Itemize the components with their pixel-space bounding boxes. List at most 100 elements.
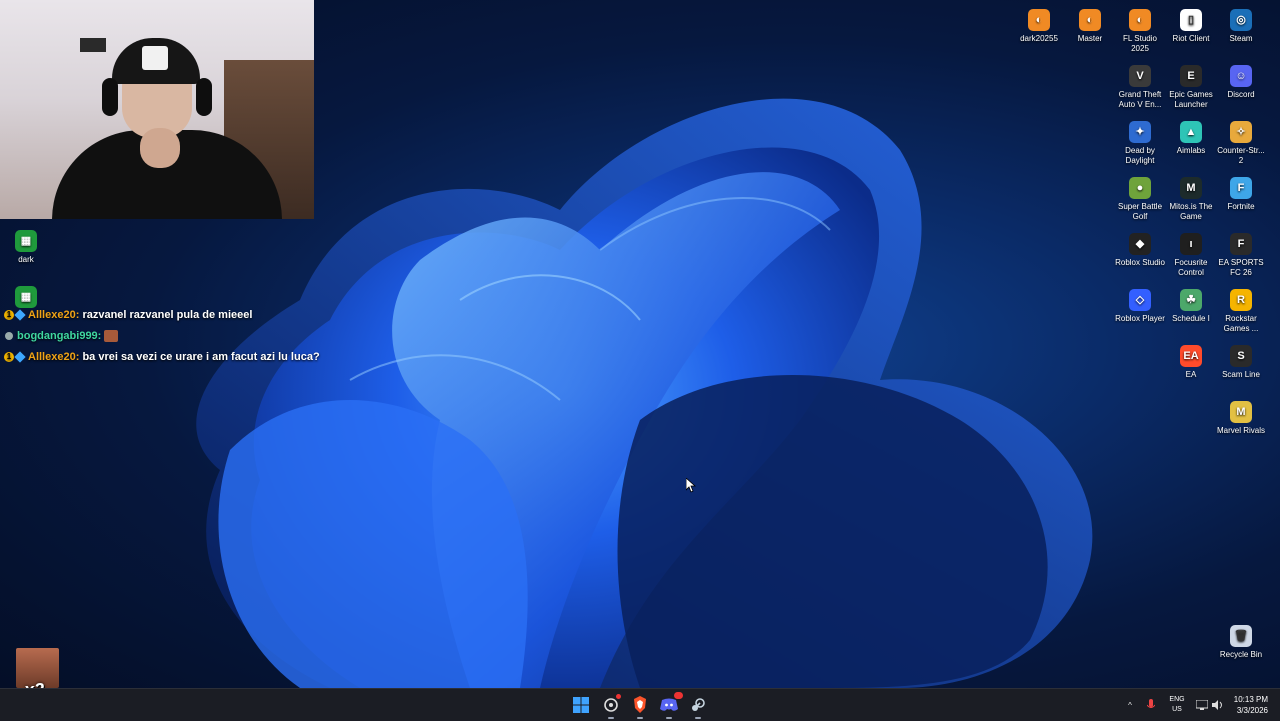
desktop-icon-fortnite[interactable]: F Fortnite bbox=[1215, 173, 1267, 212]
document-icon: ▯ bbox=[1180, 9, 1202, 31]
desktop-icon-aimlabs[interactable]: ▲ Aimlabs bbox=[1165, 117, 1217, 156]
desktop-icon-label: Grand Theft Auto V En... bbox=[1118, 90, 1162, 109]
chat-message: 1 Alllexe20: ba vrei sa vezi ce urare i a… bbox=[0, 347, 420, 368]
desktop-icon-counter-strike[interactable]: ✧ Counter-Str... 2 bbox=[1215, 117, 1267, 166]
desktop-icon-rockstar[interactable]: R Rockstar Games ... bbox=[1215, 285, 1267, 334]
ea-icon: EA bbox=[1180, 345, 1202, 367]
desktop-icon-ea[interactable]: EA EA bbox=[1165, 341, 1217, 380]
desktop-icon-label: Super Battle Golf bbox=[1117, 202, 1163, 221]
desktop-icon-mitos[interactable]: M Mitos.is The Game bbox=[1165, 173, 1217, 222]
discord-badge bbox=[674, 692, 683, 699]
desktop-icon-discord[interactable]: ☺ Discord bbox=[1215, 61, 1267, 100]
fl-studio-icon: ◐ bbox=[1028, 9, 1050, 31]
desktop-icon-label: Roblox Player bbox=[1115, 314, 1165, 323]
roblox-icon: ◇ bbox=[1129, 289, 1151, 311]
desktop-icon-dead-by-daylight[interactable]: ✦ Dead by Daylight bbox=[1114, 117, 1166, 166]
aimlabs-icon: ▲ bbox=[1180, 121, 1202, 143]
chat-message: bogdangabi999: bbox=[0, 326, 420, 347]
desktop-icon-dark[interactable]: ▦ dark bbox=[0, 226, 52, 265]
counter-strike-icon: ✧ bbox=[1230, 121, 1252, 143]
volume-icon[interactable] bbox=[1211, 689, 1225, 721]
desktop-icon-label: Aimlabs bbox=[1176, 146, 1206, 155]
discord-app[interactable] bbox=[657, 692, 683, 719]
start-button[interactable] bbox=[569, 693, 593, 717]
input-language[interactable]: ENG US bbox=[1168, 695, 1186, 715]
steam-icon: ◎ bbox=[1230, 9, 1252, 31]
webcam-background-object bbox=[80, 38, 106, 52]
brave-icon bbox=[634, 696, 646, 713]
desktop-icon-label: dark bbox=[18, 255, 34, 264]
desktop-icon-ea-fc[interactable]: F EA SPORTS FC 26 bbox=[1215, 229, 1267, 278]
stream-chat-overlay: 1 Alllexe20: razvanel razvanel pula de mi… bbox=[0, 305, 420, 368]
mouse-cursor-icon bbox=[686, 478, 696, 493]
ea-fc-icon: F bbox=[1230, 233, 1252, 255]
headset-left bbox=[102, 78, 118, 116]
system-clock[interactable]: 10:13 PM 3/3/2026 bbox=[1228, 694, 1268, 716]
webcam-person-hand bbox=[140, 128, 180, 168]
recycle-bin-icon: 🗑 bbox=[1230, 625, 1252, 647]
focusrite-icon: ı bbox=[1180, 233, 1202, 255]
desktop-icon-document[interactable]: ▯ Riot Client bbox=[1165, 5, 1217, 44]
chat-username: Alllexe20: bbox=[28, 351, 80, 363]
diamond-badge-icon bbox=[14, 351, 26, 363]
network-icon[interactable] bbox=[1195, 689, 1209, 721]
chat-text: razvanel razvanel pula de mieeel bbox=[82, 309, 253, 321]
chatgpt-icon bbox=[604, 698, 618, 712]
desktop-icon-gta[interactable]: V Grand Theft Auto V En... bbox=[1114, 61, 1166, 110]
desktop-icon-label: Focusrite Control bbox=[1174, 258, 1208, 277]
headset-right bbox=[196, 78, 212, 116]
subscriber-badge: 1 bbox=[4, 352, 14, 363]
roblox-studio-icon: ◆ bbox=[1129, 233, 1151, 255]
desktop-icon-label: EA bbox=[1185, 370, 1197, 379]
desktop-icon-roblox[interactable]: ◇ Roblox Player bbox=[1114, 285, 1166, 324]
brave-browser[interactable] bbox=[628, 693, 652, 719]
desktop-icon-schedule-one[interactable]: ☘ Schedule I bbox=[1165, 285, 1217, 324]
steam-app[interactable] bbox=[686, 693, 710, 719]
desktop-icon-super-battle-golf[interactable]: ● Super Battle Golf bbox=[1114, 173, 1166, 222]
chat-emote-icon bbox=[104, 330, 119, 343]
desktop-icon-epic-games[interactable]: E Epic Games Launcher bbox=[1165, 61, 1217, 110]
desktop-icon-fl-studio[interactable]: ◐ Master bbox=[1064, 5, 1116, 44]
desktop-icon-fl-studio[interactable]: ◐ dark20255 bbox=[1013, 5, 1065, 44]
show-hidden-icons-chevron-icon[interactable]: ^ bbox=[1123, 689, 1137, 721]
microphone-icon[interactable] bbox=[1144, 689, 1158, 721]
rockstar-icon: R bbox=[1230, 289, 1252, 311]
desktop-icon-label: EA SPORTS FC 26 bbox=[1218, 258, 1264, 277]
desktop-icon-label: FL Studio 2025 bbox=[1123, 34, 1157, 53]
schedule-one-icon: ☘ bbox=[1180, 289, 1202, 311]
chatgpt-app[interactable] bbox=[599, 693, 623, 719]
desktop-icon-fl-studio[interactable]: ◐ FL Studio 2025 bbox=[1114, 5, 1166, 54]
desktop-icon-label: Counter-Str... 2 bbox=[1217, 146, 1265, 165]
desktop-icon-roblox-studio[interactable]: ◆ Roblox Studio bbox=[1114, 229, 1166, 268]
clock-time: 10:13 PM bbox=[1233, 695, 1268, 704]
cap-logo bbox=[142, 46, 168, 70]
desktop-icon-scam-line[interactable]: S Scam Line bbox=[1215, 341, 1267, 380]
discord-icon bbox=[660, 698, 678, 711]
desktop-icon-label: Riot Client bbox=[1172, 34, 1210, 43]
desktop-icon-label: Discord bbox=[1227, 90, 1255, 99]
desktop-icon-label: Rockstar Games ... bbox=[1223, 314, 1259, 333]
super-battle-golf-icon: ● bbox=[1129, 177, 1151, 199]
mitos-icon: M bbox=[1180, 177, 1202, 199]
desktop-icon-label: Fortnite bbox=[1227, 202, 1255, 211]
notification-dot bbox=[616, 694, 621, 699]
desktop-icon-focusrite[interactable]: ı Focusrite Control bbox=[1165, 229, 1217, 278]
marvel-rivals-icon: M bbox=[1230, 401, 1252, 423]
chat-username: Alllexe20: bbox=[28, 309, 80, 321]
fortnite-icon: F bbox=[1230, 177, 1252, 199]
desktop-icon-recycle-bin[interactable]: 🗑 Recycle Bin bbox=[1215, 621, 1267, 660]
diamond-badge-icon bbox=[14, 309, 26, 321]
chat-message: 1 Alllexe20: razvanel razvanel pula de mi… bbox=[0, 305, 420, 326]
gear-badge-icon bbox=[5, 332, 13, 341]
desktop-icon-marvel-rivals[interactable]: M Marvel Rivals bbox=[1215, 397, 1267, 436]
desktop-icon-label: Schedule I bbox=[1172, 314, 1210, 323]
language-code: ENG bbox=[1169, 696, 1185, 703]
steam-icon bbox=[692, 698, 705, 711]
clock-date: 3/3/2026 bbox=[1236, 706, 1268, 715]
dead-by-daylight-icon: ✦ bbox=[1129, 121, 1151, 143]
epic-games-icon: E bbox=[1180, 65, 1202, 87]
fl-studio-icon: ◐ bbox=[1079, 9, 1101, 31]
fl-studio-icon: ◐ bbox=[1129, 9, 1151, 31]
desktop-icon-steam[interactable]: ◎ Steam bbox=[1215, 5, 1267, 44]
taskbar: ^ ENG US 10:13 PM 3/3/2026 bbox=[0, 688, 1280, 721]
